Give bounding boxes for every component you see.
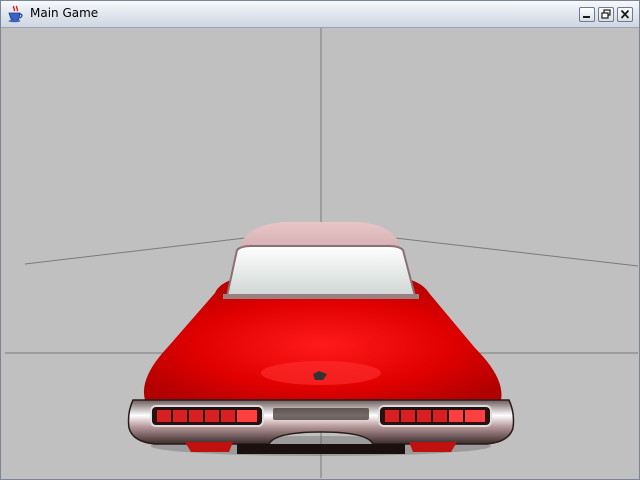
- title-bar[interactable]: Main Game: [1, 1, 639, 28]
- game-viewport[interactable]: [5, 28, 638, 478]
- minimize-button[interactable]: [579, 7, 595, 22]
- 3d-scene: [5, 28, 638, 478]
- maximize-button[interactable]: [598, 7, 614, 22]
- left-taillight: [150, 405, 264, 427]
- rear-window: [225, 245, 417, 297]
- depth-axis-line-left: [24, 237, 246, 265]
- restore-icon: [601, 9, 611, 19]
- depth-axis-line-right: [394, 237, 638, 267]
- right-taillight: [378, 405, 492, 427]
- close-icon: [620, 9, 630, 19]
- java-coffee-cup-icon[interactable]: [7, 5, 24, 23]
- minimize-icon: [583, 16, 590, 18]
- red-car-model: [127, 222, 515, 456]
- window-title: Main Game: [30, 6, 99, 20]
- game-window: Main Game: [0, 0, 640, 480]
- close-button[interactable]: [617, 7, 633, 22]
